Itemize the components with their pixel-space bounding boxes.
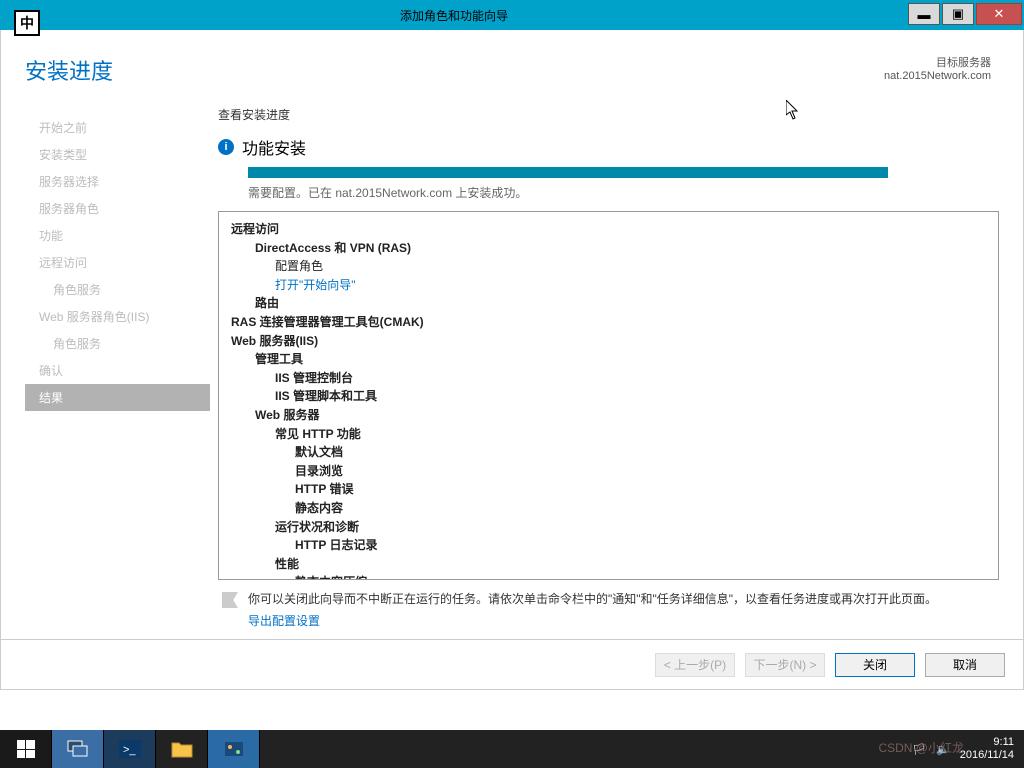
sidebar-item: 远程访问 bbox=[25, 249, 210, 276]
tree-node: 路由 bbox=[231, 294, 994, 313]
sidebar-item: Web 服务器角色(IIS) bbox=[25, 303, 210, 330]
hint-text: 你可以关闭此向导而不中断正在运行的任务。请依次单击命令栏中的"通知"和"任务详细… bbox=[248, 590, 937, 607]
info-icon: i bbox=[218, 139, 234, 155]
export-config-link[interactable]: 导出配置设置 bbox=[218, 610, 999, 639]
next-button: 下一步(N) > bbox=[745, 653, 825, 677]
tree-node: HTTP 错误 bbox=[231, 480, 994, 499]
feature-install-row: i 功能安装 bbox=[218, 129, 999, 165]
windows-logo-icon bbox=[17, 740, 35, 758]
tree-node: IIS 管理脚本和工具 bbox=[231, 387, 994, 406]
folder-icon bbox=[171, 740, 193, 758]
target-server-info: 目标服务器 nat.2015Network.com bbox=[884, 54, 991, 86]
app-icon bbox=[223, 740, 245, 758]
start-button[interactable] bbox=[0, 730, 52, 768]
tray-clock[interactable]: 9:11 2016/11/14 bbox=[960, 736, 1014, 762]
tree-node: 目录浏览 bbox=[231, 462, 994, 481]
window-title: 添加角色和功能向导 bbox=[0, 7, 908, 24]
minimize-button[interactable]: ▬ bbox=[908, 3, 940, 25]
tree-node: 常见 HTTP 功能 bbox=[231, 425, 994, 444]
previous-button: < 上一步(P) bbox=[655, 653, 735, 677]
tree-node: Web 服务器 bbox=[231, 406, 994, 425]
sidebar-item: 结果 bbox=[25, 384, 210, 411]
hint-row: 你可以关闭此向导而不中断正在运行的任务。请依次单击命令栏中的"通知"和"任务详细… bbox=[218, 580, 999, 610]
sidebar-item: 功能 bbox=[25, 222, 210, 249]
tree-node: 性能 bbox=[231, 555, 994, 574]
sidebar-item: 角色服务 bbox=[25, 276, 210, 303]
title-bar: 添加角色和功能向导 ▬ ▣ ✕ bbox=[0, 0, 1024, 30]
results-tree[interactable]: 远程访问DirectAccess 和 VPN (RAS)配置角色打开"开始向导"… bbox=[218, 211, 999, 580]
tray-flag-icon[interactable]: 🏳 bbox=[912, 743, 926, 756]
sidebar-item: 确认 bbox=[25, 357, 210, 384]
svg-text:>_: >_ bbox=[123, 744, 136, 756]
wizard-steps-sidebar: 开始之前安装类型服务器选择服务器角色功能远程访问角色服务Web 服务器角色(II… bbox=[25, 100, 210, 639]
sidebar-item: 服务器选择 bbox=[25, 168, 210, 195]
tray-time: 9:11 bbox=[960, 736, 1014, 749]
sidebar-item: 服务器角色 bbox=[25, 195, 210, 222]
sidebar-item: 角色服务 bbox=[25, 330, 210, 357]
close-button[interactable]: ✕ bbox=[976, 3, 1022, 25]
taskbar-server-manager[interactable] bbox=[52, 730, 104, 768]
taskbar-powershell[interactable]: >_ bbox=[104, 730, 156, 768]
taskbar[interactable]: >_ 🏳 🔈 9:11 2016/11/14 bbox=[0, 730, 1024, 768]
tray-date: 2016/11/14 bbox=[960, 749, 1014, 762]
tree-node: 配置角色 bbox=[231, 257, 994, 276]
wizard-header: 安装进度 目标服务器 nat.2015Network.com bbox=[1, 30, 1023, 92]
sidebar-item: 安装类型 bbox=[25, 141, 210, 168]
view-progress-label: 查看安装进度 bbox=[218, 100, 999, 129]
wizard-footer: < 上一步(P) 下一步(N) > 关闭 取消 bbox=[1, 639, 1023, 689]
feature-install-label: 功能安装 bbox=[242, 135, 306, 159]
close-wizard-button[interactable]: 关闭 bbox=[835, 653, 915, 677]
target-server-label: 目标服务器 bbox=[884, 54, 991, 70]
tree-link[interactable]: 打开"开始向导" bbox=[231, 276, 994, 295]
tree-node: DirectAccess 和 VPN (RAS) bbox=[231, 239, 994, 258]
page-title: 安装进度 bbox=[25, 54, 884, 86]
tree-node: RAS 连接管理器管理工具包(CMAK) bbox=[231, 313, 994, 332]
tree-node: 运行状况和诊断 bbox=[231, 518, 994, 537]
main-pane: 查看安装进度 i 功能安装 需要配置。已在 nat.2015Network.co… bbox=[210, 100, 999, 639]
ime-indicator[interactable]: 中 bbox=[14, 10, 40, 36]
tree-node: IIS 管理控制台 bbox=[231, 369, 994, 388]
tray-sound-icon[interactable]: 🔈 bbox=[936, 743, 950, 756]
tree-node: 管理工具 bbox=[231, 350, 994, 369]
target-server-value: nat.2015Network.com bbox=[884, 70, 991, 82]
tree-node: 静态内容压缩 bbox=[231, 573, 994, 580]
window-controls: ▬ ▣ ✕ bbox=[908, 0, 1024, 30]
tree-node: 默认文档 bbox=[231, 443, 994, 462]
tree-node: 静态内容 bbox=[231, 499, 994, 518]
flag-icon bbox=[222, 592, 238, 608]
maximize-button[interactable]: ▣ bbox=[942, 3, 974, 25]
wizard-body: 安装进度 目标服务器 nat.2015Network.com 开始之前安装类型服… bbox=[0, 30, 1024, 690]
cancel-button[interactable]: 取消 bbox=[925, 653, 1005, 677]
install-progress-bar bbox=[248, 167, 888, 178]
taskbar-explorer[interactable] bbox=[156, 730, 208, 768]
tree-node: HTTP 日志记录 bbox=[231, 536, 994, 555]
tree-node: 远程访问 bbox=[231, 220, 994, 239]
server-manager-icon bbox=[67, 740, 89, 758]
system-tray[interactable]: 🏳 🔈 9:11 2016/11/14 bbox=[902, 730, 1024, 768]
tree-node: Web 服务器(IIS) bbox=[231, 332, 994, 351]
taskbar-app[interactable] bbox=[208, 730, 260, 768]
sidebar-item: 开始之前 bbox=[25, 114, 210, 141]
config-required-message: 需要配置。已在 nat.2015Network.com 上安装成功。 bbox=[218, 184, 999, 201]
powershell-icon: >_ bbox=[119, 740, 141, 758]
